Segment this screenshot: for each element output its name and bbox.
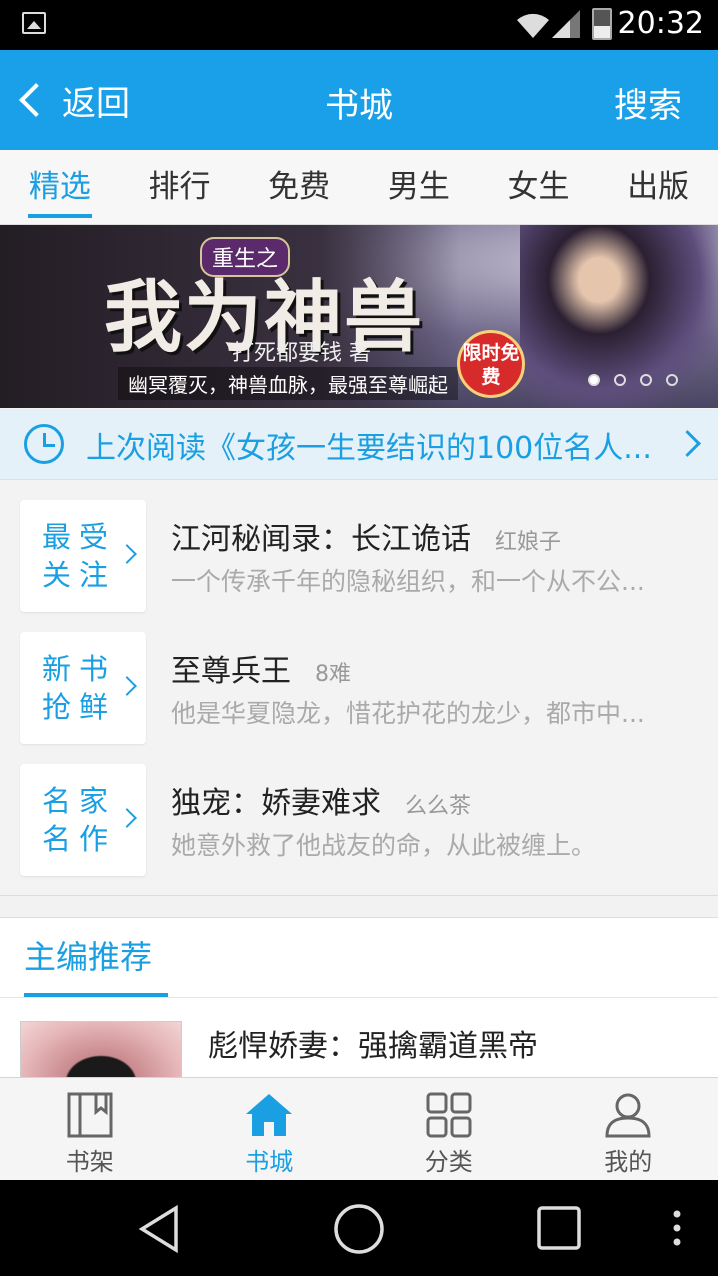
nav-categories[interactable]: 分类 xyxy=(359,1078,539,1181)
section-heading: 主编推荐 xyxy=(24,938,153,976)
image-notification-icon xyxy=(22,12,46,34)
book-title-row[interactable]: 独宠：娇妻难求 么么茶 xyxy=(171,778,471,822)
home-circle-icon[interactable] xyxy=(333,1203,385,1255)
back-triangle-icon[interactable] xyxy=(136,1204,182,1254)
book-description: 他是华夏隐龙，惜花护花的龙少，都市中... xyxy=(171,699,645,728)
category-label: 最受关注 xyxy=(42,520,117,592)
battery-icon xyxy=(592,8,612,40)
book-title: 江河秘闻录：长江诡话 xyxy=(171,522,471,557)
category-most-followed[interactable]: 最受关注 xyxy=(20,500,146,612)
book-author: 8难 xyxy=(315,662,351,687)
app-header: 返回 书城 搜索 xyxy=(0,50,718,150)
carousel-indicator xyxy=(588,374,678,386)
nav-bookshelf[interactable]: 书架 xyxy=(0,1078,180,1181)
book-author: 么么茶 xyxy=(405,794,472,819)
limited-free-badge: 限时免费 xyxy=(457,330,525,398)
carousel-dot[interactable] xyxy=(640,374,652,386)
last-read-text: 上次阅读《女孩一生要结识的100位名人... xyxy=(86,431,652,466)
recent-apps-icon[interactable] xyxy=(536,1205,582,1251)
bookshelf-icon xyxy=(67,1092,113,1138)
banner-author: 打死都要钱 著 xyxy=(232,341,371,366)
book-title: 至尊兵王 xyxy=(171,654,291,689)
book-description: 一个传承千年的隐秘组织，和一个从不公... xyxy=(171,567,645,596)
category-new-books[interactable]: 新书抢鲜 xyxy=(20,632,146,744)
carousel-dot[interactable] xyxy=(614,374,626,386)
user-icon xyxy=(605,1093,651,1138)
page-title: 书城 xyxy=(325,86,393,126)
nav-label: 书架 xyxy=(65,1148,114,1176)
carousel-dot[interactable] xyxy=(666,374,678,386)
carousel-dot[interactable] xyxy=(588,374,600,386)
nav-label: 书城 xyxy=(245,1148,294,1176)
nav-bookstore[interactable]: 书城 xyxy=(180,1078,360,1181)
tab-male[interactable]: 男生 xyxy=(359,150,479,224)
book-cover[interactable] xyxy=(20,1021,182,1078)
grid-icon xyxy=(426,1092,472,1138)
search-button[interactable]: 搜索 xyxy=(614,78,682,127)
overflow-menu-icon[interactable] xyxy=(670,1208,684,1248)
list-item[interactable]: 新书抢鲜 至尊兵王 8难 他是华夏隐龙，惜花护花的龙少，都市中... xyxy=(0,632,718,744)
banner-tagline: 幽冥覆灭，神兽血脉，最强至尊崛起 xyxy=(118,367,458,400)
clock-time: 20:32 xyxy=(617,6,704,41)
book-title: 独宠：娇妻难求 xyxy=(171,786,381,821)
editor-picks-section: 主编推荐 彪悍娇妻：强擒霸道黑帝 xyxy=(0,917,718,1078)
nav-label: 分类 xyxy=(424,1148,473,1176)
book-description: 她意外救了他战友的命，从此被缠上。 xyxy=(171,831,597,860)
chevron-right-icon xyxy=(674,430,701,457)
book-title-row[interactable]: 至尊兵王 8难 xyxy=(171,646,351,690)
status-bar: 20:32 xyxy=(0,0,718,50)
list-item[interactable]: 最受关注 江河秘闻录：长江诡话 红娘子 一个传承千年的隐秘组织，和一个从不公... xyxy=(0,500,718,612)
book-author: 红娘子 xyxy=(495,530,562,555)
tab-free[interactable]: 免费 xyxy=(239,150,359,224)
home-icon xyxy=(246,1094,293,1136)
tab-ranking[interactable]: 排行 xyxy=(120,150,240,224)
nav-profile[interactable]: 我的 xyxy=(539,1078,718,1181)
category-label: 新书抢鲜 xyxy=(42,652,117,724)
nav-label: 我的 xyxy=(604,1148,653,1176)
wifi-icon xyxy=(517,13,549,38)
book-title-row[interactable]: 江河秘闻录：长江诡话 红娘子 xyxy=(171,514,561,558)
last-read-bar[interactable]: 上次阅读《女孩一生要结识的100位名人... xyxy=(0,409,718,480)
tab-published[interactable]: 出版 xyxy=(598,150,718,224)
list-item[interactable]: 名家名作 独宠：娇妻难求 么么茶 她意外救了他战友的命，从此被缠上。 xyxy=(0,764,718,876)
category-label: 名家名作 xyxy=(42,784,117,856)
signal-icon xyxy=(552,10,580,38)
book-title[interactable]: 彪悍娇妻：强擒霸道黑帝 xyxy=(208,1021,538,1065)
clock-icon xyxy=(24,424,64,464)
category-famous-authors[interactable]: 名家名作 xyxy=(20,764,146,876)
system-navigation-bar xyxy=(0,1180,718,1276)
category-tabs: 精选 排行 免费 男生 女生 出版 xyxy=(0,150,718,225)
tab-female[interactable]: 女生 xyxy=(479,150,599,224)
tab-featured[interactable]: 精选 xyxy=(0,150,120,224)
recommendation-list: 最受关注 江河秘闻录：长江诡话 红娘子 一个传承千年的隐秘组织，和一个从不公...… xyxy=(0,480,718,896)
bottom-navigation: 书架 书城 分类 我的 xyxy=(0,1077,718,1181)
